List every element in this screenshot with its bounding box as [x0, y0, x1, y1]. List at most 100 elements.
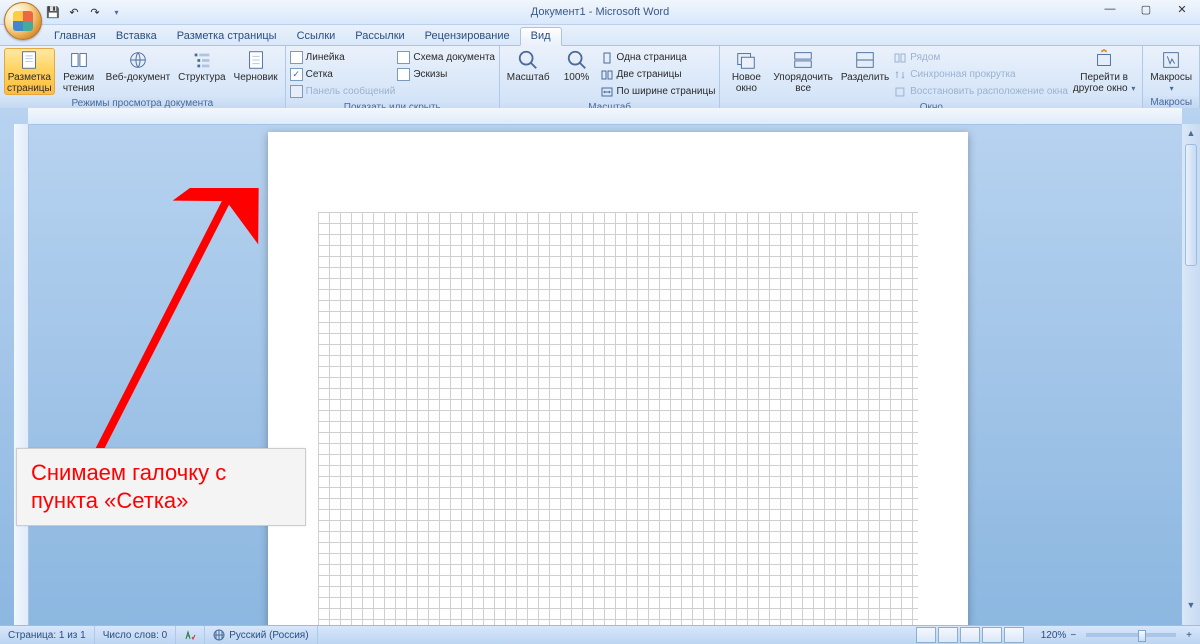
draft-button[interactable]: Черновик	[231, 48, 281, 83]
status-page[interactable]: Страница: 1 из 1	[0, 626, 95, 644]
split-button[interactable]: Разделить	[838, 48, 892, 83]
undo-icon[interactable]: ↶	[65, 3, 83, 21]
office-button[interactable]	[4, 2, 42, 40]
checkbox-label: Линейка	[306, 52, 345, 63]
save-icon[interactable]: 💾	[44, 3, 62, 21]
split-icon	[854, 49, 876, 71]
vertical-ruler[interactable]	[14, 124, 29, 626]
ribbon: Разметка страницыРежим чтенияВеб-докумен…	[0, 46, 1200, 110]
view-print-layout-button[interactable]	[916, 627, 936, 643]
group-window: Новое окно Упорядочить все Разделить Ряд…	[720, 46, 1143, 109]
minimize-button[interactable]: —	[1092, 0, 1128, 18]
horizontal-ruler[interactable]	[28, 108, 1182, 125]
outline-icon	[191, 49, 213, 71]
zoom-in-button[interactable]: +	[1186, 630, 1192, 641]
group-zoom: Масштаб 100% Одна страница Две страницы По…	[500, 46, 721, 109]
zoom-two-pages-button[interactable]: Две страницы	[601, 67, 716, 82]
status-language[interactable]: Русский (Россия)	[205, 626, 317, 644]
macros-button[interactable]: Макросы▾	[1147, 48, 1195, 94]
status-spellcheck[interactable]	[176, 626, 205, 644]
group-show-hide: Линейка ✓Сетка Панель сообщений Схема доку…	[286, 46, 500, 109]
reading-icon	[68, 49, 90, 71]
globe-icon	[213, 629, 225, 641]
checkbox-gridlines[interactable]: ✓Сетка	[290, 67, 396, 82]
zoom-option-icon	[601, 86, 613, 98]
scrollbar-thumb[interactable]	[1185, 144, 1197, 266]
title-bar: 💾 ↶ ↷ ▾ Документ1 - Microsoft Word — ▢ ✕	[0, 0, 1200, 25]
reset-window-icon	[894, 86, 906, 98]
zoom-button[interactable]: Масштаб	[504, 48, 553, 83]
qat-dropdown-icon[interactable]: ▾	[107, 3, 125, 21]
group-document-views: Разметка страницыРежим чтенияВеб-докумен…	[0, 46, 286, 109]
switch-windows-icon	[1093, 49, 1115, 71]
web-button[interactable]: Веб-документ	[103, 48, 173, 83]
zoom-slider[interactable]	[1086, 633, 1176, 637]
arrange-all-button[interactable]: Упорядочить все	[770, 48, 835, 94]
sync-scroll-button: Синхронная прокрутка	[894, 67, 1068, 82]
web-icon	[127, 49, 149, 71]
tab-вставка[interactable]: Вставка	[106, 28, 167, 45]
magnifier-icon	[517, 49, 539, 71]
reading-button[interactable]: Режим чтения	[57, 48, 101, 94]
vertical-scrollbar[interactable]: ▲ ▼	[1182, 124, 1200, 626]
tab-разметка-страницы[interactable]: Разметка страницы	[167, 28, 287, 45]
sync-scroll-icon	[894, 69, 906, 81]
tab-главная[interactable]: Главная	[44, 28, 106, 45]
checkbox-icon	[397, 68, 410, 81]
document-area[interactable]	[28, 124, 1182, 626]
checkbox-thumbnails[interactable]: Эскизы	[397, 67, 495, 82]
zoom-one-page-button[interactable]: Одна страница	[601, 50, 716, 65]
workspace: ▲ ▼ Снимаем галочку с пункта «Сетка»	[0, 108, 1200, 626]
view-web-button[interactable]	[960, 627, 980, 643]
checkbox-icon: ✓	[290, 68, 303, 81]
new-window-icon	[735, 49, 757, 71]
checkbox-ruler[interactable]: Линейка	[290, 50, 396, 65]
view-outline-button[interactable]	[982, 627, 1002, 643]
zoom-page-width-button[interactable]: По ширине страницы	[601, 84, 716, 99]
checkbox-label: Панель сообщений	[306, 86, 396, 97]
maximize-button[interactable]: ▢	[1128, 0, 1164, 18]
view-draft-button[interactable]	[1004, 627, 1024, 643]
checkbox-label: Эскизы	[413, 69, 447, 80]
checkbox-icon	[290, 51, 303, 64]
checkbox-icon	[290, 85, 303, 98]
outline-button[interactable]: Структура	[175, 48, 228, 83]
tab-рецензирование[interactable]: Рецензирование	[415, 28, 520, 45]
scroll-down-icon[interactable]: ▼	[1185, 598, 1197, 612]
document-page[interactable]	[268, 132, 968, 626]
print-layout-icon	[18, 49, 40, 71]
quick-access-toolbar: 💾 ↶ ↷ ▾	[44, 0, 125, 24]
document-grid	[318, 212, 918, 626]
word-window: 💾 ↶ ↷ ▾ Документ1 - Microsoft Word — ▢ ✕…	[0, 0, 1200, 644]
tab-вид[interactable]: Вид	[520, 27, 562, 46]
zoom-out-button[interactable]: −	[1070, 630, 1076, 641]
switch-windows-button[interactable]: Перейти в другое окно ▾	[1070, 48, 1138, 94]
view-reading-button[interactable]	[938, 627, 958, 643]
magnifier-icon	[566, 49, 588, 71]
print-layout-button[interactable]: Разметка страницы	[4, 48, 55, 95]
zoom-level[interactable]: 120%	[1041, 630, 1067, 641]
status-bar: Страница: 1 из 1 Число слов: 0 Русский (…	[0, 625, 1200, 644]
window-title: Документ1 - Microsoft Word	[0, 6, 1200, 18]
new-window-button[interactable]: Новое окно	[724, 48, 768, 94]
close-button[interactable]: ✕	[1164, 0, 1200, 18]
macros-icon	[1160, 49, 1182, 71]
tab-рассылки[interactable]: Рассылки	[345, 28, 414, 45]
tab-ссылки[interactable]: Ссылки	[287, 28, 346, 45]
checkbox-message-bar: Панель сообщений	[290, 84, 396, 99]
spellcheck-icon	[184, 629, 196, 641]
zoom-option-icon	[601, 69, 613, 81]
scroll-up-icon[interactable]: ▲	[1185, 126, 1197, 140]
annotation-callout: Снимаем галочку с пункта «Сетка»	[16, 448, 306, 526]
redo-icon[interactable]: ↷	[86, 3, 104, 21]
reset-window-button: Восстановить расположение окна	[894, 84, 1068, 99]
arrange-icon	[792, 49, 814, 71]
ribbon-tabs: ГлавнаяВставкаРазметка страницыСсылкиРас…	[0, 25, 1200, 46]
zoom-100-button[interactable]: 100%	[555, 48, 599, 83]
checkbox-doc-map[interactable]: Схема документа	[397, 50, 495, 65]
zoom-slider-knob[interactable]	[1138, 630, 1146, 642]
draft-icon	[245, 49, 267, 71]
checkbox-label: Схема документа	[413, 52, 495, 63]
side-by-side-button: Рядом	[894, 50, 1068, 65]
status-word-count[interactable]: Число слов: 0	[95, 626, 176, 644]
